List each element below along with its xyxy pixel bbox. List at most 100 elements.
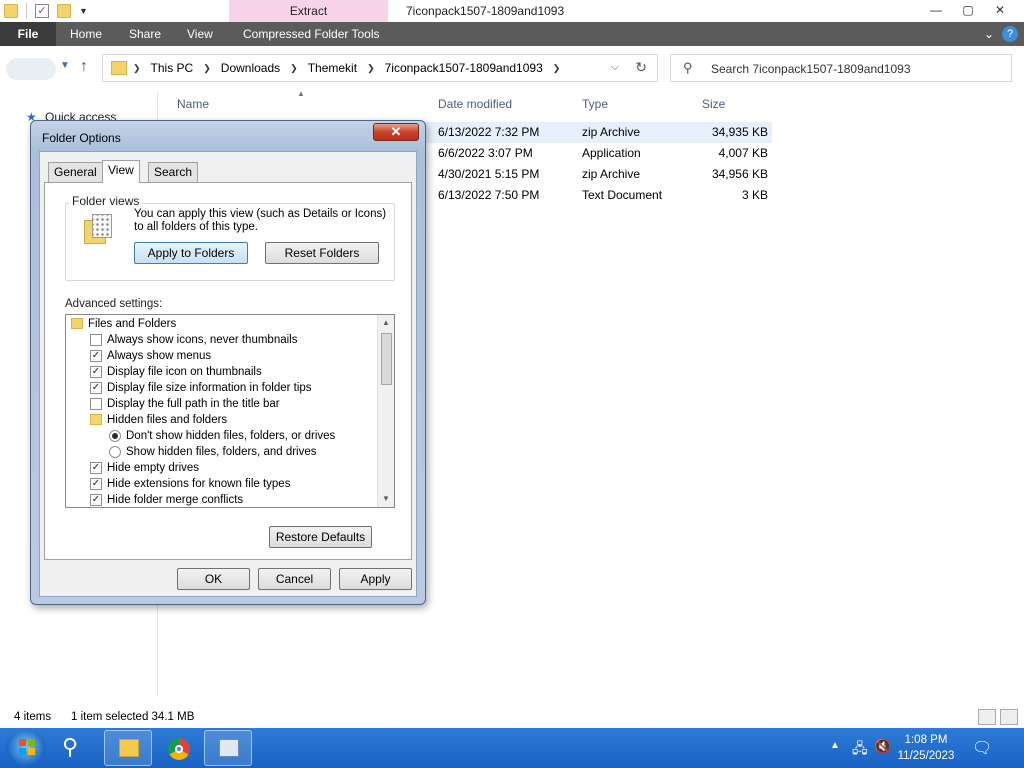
folder-icon[interactable] — [4, 4, 18, 18]
crumb-themekit[interactable]: Themekit — [308, 61, 357, 75]
checkbox-checked[interactable]: ✓ — [90, 366, 102, 378]
new-folder-icon[interactable] — [57, 4, 71, 18]
scroll-down-arrow-icon[interactable]: ▼ — [378, 492, 394, 506]
dialog-close-button[interactable]: ✕ — [373, 123, 419, 141]
setting-label: Always show menus — [107, 350, 212, 362]
customize-toolbar-chevron-icon[interactable]: ▼ — [79, 6, 88, 16]
column-header-name[interactable]: Name — [177, 92, 209, 116]
separator — [26, 3, 27, 19]
window-title: 7iconpack1507-1809and1093 — [406, 4, 565, 18]
minimize-button[interactable]: — — [920, 0, 952, 20]
close-button[interactable]: ✕ — [984, 0, 1016, 20]
checkbox-unchecked[interactable] — [90, 334, 102, 346]
tab-file[interactable]: File — [0, 22, 56, 46]
back-forward-buttons[interactable] — [6, 58, 56, 80]
setting-label: Don't show hidden files, folders, or dri… — [126, 430, 336, 442]
crumb-current-folder[interactable]: 7iconpack1507-1809and1093 — [385, 61, 543, 75]
radio-selected[interactable] — [109, 430, 121, 442]
tab-search[interactable]: Search — [148, 162, 199, 182]
clock[interactable]: 1:08 PM 11/25/2023 — [896, 732, 956, 764]
search-placeholder: Search 7iconpack1507-1809and1093 — [711, 62, 911, 76]
ok-button[interactable]: OK — [177, 568, 250, 590]
search-icon: ⚲ — [683, 60, 693, 75]
start-button[interactable] — [6, 730, 46, 766]
address-history-chevron-icon[interactable]: ⌵ — [611, 61, 619, 74]
expand-ribbon-chevron-icon[interactable]: ⌄ — [984, 26, 994, 42]
crumb-this-pc[interactable]: This PC — [151, 61, 194, 75]
folder-options-icon — [219, 739, 239, 757]
chevron-right-icon[interactable]: ❯ — [133, 63, 141, 74]
checkbox-checked[interactable]: ✓ — [90, 350, 102, 362]
properties-icon[interactable]: ✓ — [35, 4, 49, 18]
setting-label: Display the full path in the title bar — [107, 398, 280, 410]
column-header-size[interactable]: Size — [702, 92, 725, 116]
advanced-settings-list[interactable]: Files and Folders Always show icons, nev… — [65, 314, 395, 508]
selection-info: 1 item selected 34.1 MB — [71, 711, 195, 723]
column-header-date[interactable]: Date modified — [438, 92, 512, 116]
tab-general[interactable]: General — [48, 162, 103, 182]
network-icon[interactable]: 🖧 — [852, 738, 868, 762]
folder-options-dialog: Folder Options ✕ General View Search You… — [30, 120, 426, 605]
chevron-right-icon[interactable]: ❯ — [290, 63, 298, 74]
checkbox-checked[interactable]: ✓ — [90, 462, 102, 474]
refresh-icon[interactable]: ↻ — [635, 59, 647, 76]
title-bar: ✓ ▼ Extract 7iconpack1507-1809and1093 — … — [0, 0, 1024, 22]
advanced-settings-label: Advanced settings: — [65, 298, 163, 310]
large-icons-view-icon[interactable] — [1000, 709, 1018, 725]
details-view-icon[interactable] — [978, 709, 996, 725]
recent-locations-chevron-icon[interactable]: ▼ — [60, 60, 70, 71]
folder-views-label: Folder views — [69, 194, 143, 208]
taskbar-chrome[interactable] — [154, 730, 202, 766]
tab-view[interactable]: View — [187, 22, 213, 46]
apply-button[interactable]: Apply — [339, 568, 412, 590]
chevron-right-icon[interactable]: ❯ — [203, 63, 211, 74]
tab-compressed-folder-tools[interactable]: Compressed Folder Tools — [243, 22, 380, 46]
taskbar-folder-options[interactable] — [204, 730, 252, 766]
taskbar-file-explorer[interactable] — [104, 730, 152, 766]
maximize-button[interactable]: ▢ — [952, 0, 984, 20]
checkbox-unchecked[interactable] — [90, 398, 102, 410]
address-row: ▼ ↑ ❯ This PC ❯ Downloads ❯ Themekit ❯ 7… — [0, 46, 1024, 90]
reset-folders-button[interactable]: Reset Folders — [265, 242, 379, 264]
folder-icon — [90, 414, 102, 425]
clock-date: 11/25/2023 — [897, 750, 955, 762]
volume-muted-icon[interactable]: 🔇 — [874, 738, 891, 755]
show-hidden-icons-chevron-icon[interactable]: ▲ — [830, 740, 840, 751]
tab-view[interactable]: View — [102, 160, 140, 183]
scroll-up-arrow-icon[interactable]: ▲ — [378, 316, 394, 330]
search-icon[interactable]: ⚲ — [62, 734, 78, 760]
context-tab-extract[interactable]: Extract — [229, 0, 388, 22]
up-arrow-icon[interactable]: ↑ — [80, 58, 88, 76]
chevron-right-icon[interactable]: ❯ — [553, 63, 561, 74]
tab-home[interactable]: Home — [70, 22, 102, 46]
checkbox-checked[interactable]: ✓ — [90, 382, 102, 394]
checkbox-checked[interactable]: ✓ — [90, 494, 102, 506]
file-date: 6/13/2022 7:32 PM — [438, 125, 540, 139]
checkbox-checked[interactable]: ✓ — [90, 478, 102, 490]
address-bar[interactable]: ❯ This PC ❯ Downloads ❯ Themekit ❯ 7icon… — [102, 54, 658, 82]
tab-share[interactable]: Share — [129, 22, 161, 46]
cancel-button[interactable]: Cancel — [258, 568, 331, 590]
help-icon[interactable]: ? — [1002, 26, 1018, 42]
scrollbar-thumb[interactable] — [381, 333, 392, 385]
file-date: 6/6/2022 3:07 PM — [438, 146, 533, 160]
window-controls: — ▢ ✕ — [920, 0, 1016, 20]
apply-to-folders-button[interactable]: Apply to Folders — [134, 242, 248, 264]
folder-views-icon — [84, 214, 114, 244]
notification-icon[interactable]: 🗨 — [972, 738, 992, 758]
scrollbar[interactable]: ▲ ▼ — [377, 315, 394, 507]
dialog-body: General View Search You can apply this v… — [39, 151, 417, 597]
restore-defaults-button[interactable]: Restore Defaults — [269, 526, 372, 548]
chrome-center-icon — [175, 745, 183, 753]
column-header-type[interactable]: Type — [582, 92, 608, 116]
view-tab-panel: You can apply this view (such as Details… — [44, 182, 412, 560]
search-input[interactable]: ⚲ Search 7iconpack1507-1809and1093 — [670, 54, 1012, 82]
setting-label: Always show icons, never thumbnails — [107, 334, 298, 346]
file-type: Application — [582, 146, 641, 160]
crumb-downloads[interactable]: Downloads — [221, 61, 280, 75]
setting-label: Hide folder merge conflicts — [107, 494, 244, 506]
chevron-right-icon[interactable]: ❯ — [367, 63, 375, 74]
setting-label: Files and Folders — [88, 318, 177, 330]
breadcrumb: ❯ This PC ❯ Downloads ❯ Themekit ❯ 7icon… — [133, 55, 560, 81]
radio-unselected[interactable] — [109, 446, 121, 458]
